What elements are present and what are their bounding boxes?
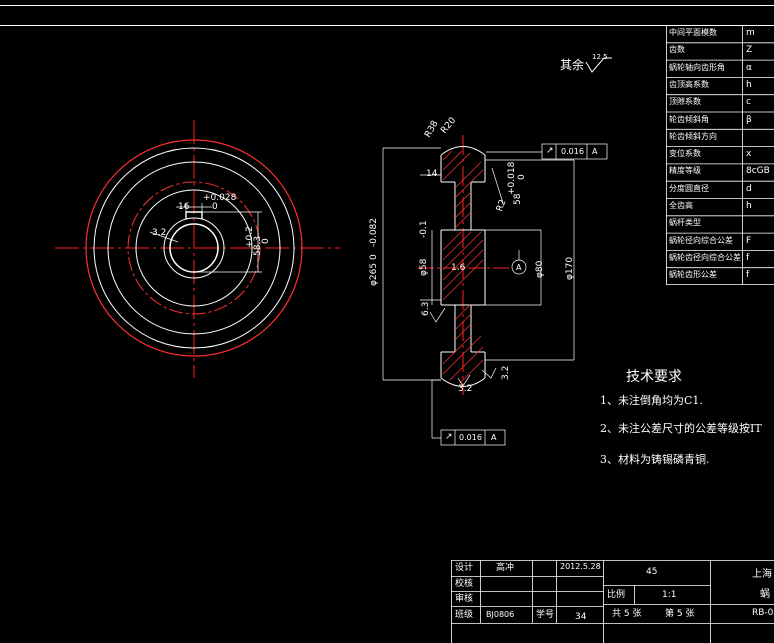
param-value: Z bbox=[746, 45, 753, 56]
runout-symbol-1: ↗ bbox=[546, 146, 554, 156]
geo-tol-1: 0.016 bbox=[561, 147, 584, 156]
slot-dim: 58 bbox=[513, 193, 523, 205]
roughness-label: 其余 bbox=[560, 58, 585, 72]
param-name: 变位系数 bbox=[669, 149, 701, 159]
tb-sheet-no: 第 5 张 bbox=[665, 609, 695, 619]
front-small-dim: 3.2 bbox=[152, 228, 167, 238]
bore-diam-tol: -0.1 bbox=[419, 220, 429, 238]
geo-tol-datum-1: A bbox=[592, 147, 598, 156]
section-view bbox=[382, 135, 608, 446]
cad-drawing-canvas bbox=[0, 5, 774, 643]
rough-3-2-right: 3.2 bbox=[501, 365, 511, 380]
outer-diam-dim: φ265 bbox=[369, 262, 379, 286]
param-name: 齿数 bbox=[669, 45, 685, 55]
tb-drawing-no: RB-0 bbox=[752, 608, 774, 618]
tb-check-label: 校核 bbox=[455, 579, 474, 589]
param-value: x bbox=[746, 149, 752, 160]
param-name: 轮齿倾斜角 bbox=[669, 114, 709, 124]
bore-diam-dim: φ58 bbox=[419, 258, 429, 276]
param-name: 顶隙系数 bbox=[669, 97, 701, 107]
chamfer-dim: 1.6 bbox=[451, 263, 466, 273]
bore-tol-low-dim: 0 bbox=[261, 238, 271, 244]
keyway-tol-dim: +0.028 bbox=[203, 193, 237, 203]
tech-req-item-2: 2、未注公差尺寸的公差等级按IT bbox=[600, 422, 762, 435]
tech-req-item-1: 1、未注倒角均为C1. bbox=[600, 394, 703, 407]
geo-tol-2: 0.016 bbox=[459, 433, 482, 442]
param-name: 齿顶高系数 bbox=[669, 79, 709, 89]
tb-student-no-label: 学号 bbox=[536, 610, 555, 620]
tb-design-label: 设计 bbox=[455, 563, 474, 573]
tb-school: 上海 bbox=[752, 569, 772, 580]
param-value: m bbox=[746, 28, 755, 38]
front-view bbox=[55, 120, 340, 378]
runout-symbol-2: ↗ bbox=[445, 432, 453, 442]
param-value: d bbox=[746, 183, 752, 194]
param-name: 中间平面模数 bbox=[669, 28, 717, 37]
param-name: 蜗杆类型 bbox=[669, 218, 701, 228]
d170-dim: φ170 bbox=[565, 256, 575, 280]
roughness-value: 12.5 bbox=[592, 53, 608, 61]
rough-3-2-bottom: 3.2 bbox=[458, 384, 473, 394]
d80-dim: φ80 bbox=[535, 260, 545, 278]
param-value: β bbox=[746, 114, 752, 125]
tb-part-name: 蜗 bbox=[760, 589, 770, 600]
param-name: 蜗轮轴向齿形角 bbox=[669, 62, 725, 72]
param-name: 分度圆直径 bbox=[669, 183, 709, 193]
param-value: c bbox=[746, 97, 751, 108]
tech-req-title: 技术要求 bbox=[626, 369, 682, 385]
dim-14: 14 bbox=[426, 169, 438, 179]
tb-designer: 高冲 bbox=[496, 563, 515, 573]
tb-class-label: 班级 bbox=[455, 610, 474, 620]
keyway-width-dim: 16 bbox=[178, 202, 190, 212]
tb-scale-label: 比例 bbox=[607, 590, 626, 600]
param-value: f bbox=[746, 252, 750, 263]
datum-a-marker: A bbox=[516, 263, 522, 272]
rough-6-3: 6.3 bbox=[421, 301, 431, 316]
param-name: 轮齿倾斜方向 bbox=[669, 131, 717, 141]
tb-date: 2012.5.28 bbox=[560, 562, 601, 571]
outer-diam-tol: -0.082 bbox=[369, 217, 379, 247]
geo-tol-datum-2: A bbox=[491, 433, 497, 442]
tb-class-value: BJ0806 bbox=[486, 610, 515, 619]
param-name: 蜗轮径向综合公差 bbox=[669, 235, 733, 245]
param-name: 精度等级 bbox=[669, 166, 701, 176]
tb-student-no-value: 34 bbox=[575, 612, 587, 622]
tb-sheets: 共 5 张 bbox=[612, 609, 642, 619]
keyway-tol-low-dim: 0 bbox=[212, 202, 218, 212]
tb-material: 45 bbox=[646, 567, 658, 577]
param-value: h bbox=[746, 79, 752, 90]
slot-tol-dim: +0.018 bbox=[507, 161, 517, 195]
param-value: α bbox=[746, 62, 752, 73]
outer-diam-tol-low: 0 bbox=[369, 254, 379, 260]
tb-review-label: 审核 bbox=[455, 594, 474, 604]
tech-req-item-3: 3、材料为铸锡磷青铜. bbox=[600, 453, 710, 466]
tb-scale-value: 1:1 bbox=[662, 590, 677, 600]
param-value: f bbox=[746, 270, 750, 281]
param-name: 蜗轮齿径向综合公差 bbox=[669, 252, 741, 262]
bore-tol-dim: +0.2 bbox=[245, 226, 255, 248]
param-value: 8cGB bbox=[746, 166, 770, 177]
slot-tol-low-dim: 0 bbox=[517, 174, 527, 180]
drawing-frame bbox=[0, 5, 774, 26]
param-name: 全齿高 bbox=[669, 201, 693, 210]
param-value: F bbox=[746, 235, 752, 246]
param-value: h bbox=[746, 201, 752, 211]
param-name: 蜗轮齿形公差 bbox=[669, 270, 717, 280]
